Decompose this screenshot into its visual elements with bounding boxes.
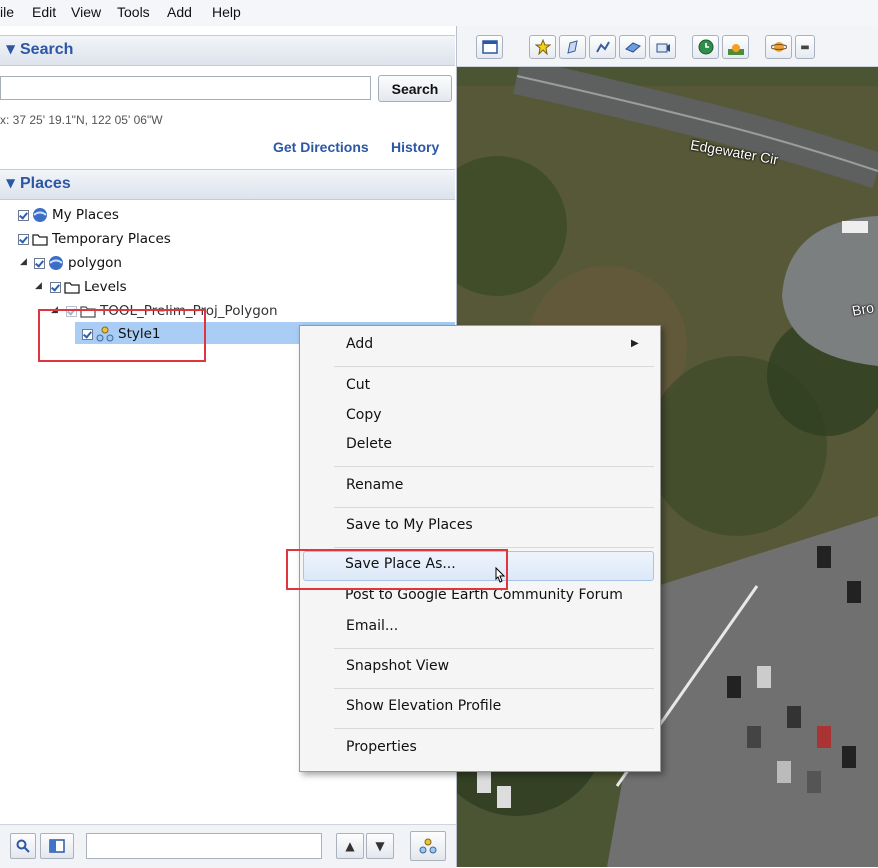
annotation-highlight-box xyxy=(38,309,206,362)
search-section-title: Search xyxy=(20,41,74,58)
menu-item-snapshot-view[interactable]: Snapshot View xyxy=(346,658,449,674)
search-input[interactable] xyxy=(0,76,371,100)
placemark-icon xyxy=(534,39,551,55)
history-link[interactable]: History xyxy=(391,139,439,155)
menu-item-save-to-my-places[interactable]: Save to My Places xyxy=(346,517,473,533)
tree-item-label: My Places xyxy=(52,207,119,223)
tree-item-label: Temporary Places xyxy=(52,231,171,247)
filter-input[interactable] xyxy=(86,833,322,859)
menu-separator xyxy=(334,466,654,467)
style-menu-button[interactable] xyxy=(410,831,446,861)
historical-imagery-button[interactable] xyxy=(692,35,719,59)
panel-toggle-button[interactable] xyxy=(40,833,74,859)
record-tour-button[interactable] xyxy=(649,35,676,59)
menu-tools[interactable]: Tools xyxy=(117,4,150,20)
expand-arrow-icon[interactable]: ◢ xyxy=(20,257,27,267)
sidebar-toggle-button[interactable] xyxy=(476,35,503,59)
menu-separator xyxy=(334,547,654,548)
move-up-button[interactable]: ▲ xyxy=(336,833,364,859)
style-dots-icon xyxy=(419,838,437,854)
globe-icon xyxy=(33,208,47,222)
menu-item-add[interactable]: Add xyxy=(346,336,373,352)
add-placemark-button[interactable] xyxy=(529,35,556,59)
tree-item-my-places[interactable]: My Places xyxy=(18,204,119,226)
map-toolbar: ▬ xyxy=(457,26,878,67)
menu-add[interactable]: Add xyxy=(167,4,192,20)
annotation-highlight-box xyxy=(286,549,508,590)
menu-separator xyxy=(334,648,654,649)
menu-separator xyxy=(334,688,654,689)
menu-separator xyxy=(334,366,654,367)
folder-icon xyxy=(32,234,48,246)
tree-item-levels[interactable]: Levels xyxy=(50,276,127,298)
arrow-down-icon: ▼ xyxy=(375,839,385,853)
camera-icon xyxy=(656,43,670,53)
menu-edit[interactable]: Edit xyxy=(32,4,56,20)
sunlight-button[interactable] xyxy=(722,35,749,59)
menu-item-email[interactable]: Email... xyxy=(346,618,398,634)
menu-item-copy[interactable]: Copy xyxy=(346,407,382,423)
polygon-icon xyxy=(566,40,578,54)
menu-file[interactable]: ile xyxy=(0,4,14,20)
ruler-button[interactable]: ▬ xyxy=(795,35,815,59)
clock-icon xyxy=(698,39,713,55)
menu-item-cut[interactable]: Cut xyxy=(346,377,370,393)
search-magnifier-button[interactable] xyxy=(10,833,36,859)
tree-item-label: Levels xyxy=(84,279,127,295)
expand-arrow-icon[interactable]: ◢ xyxy=(35,281,42,291)
menu-view[interactable]: View xyxy=(71,4,101,20)
add-polygon-button[interactable] xyxy=(559,35,586,59)
places-section-title: Places xyxy=(20,175,71,192)
collapse-triangle-icon[interactable]: ▼ xyxy=(6,42,15,56)
places-section-header[interactable]: ▼ Places xyxy=(0,169,455,200)
menu-item-properties[interactable]: Properties xyxy=(346,739,417,755)
planets-button[interactable] xyxy=(765,35,792,59)
image-overlay-icon xyxy=(624,42,641,53)
checkbox[interactable] xyxy=(34,257,45,269)
globe-icon xyxy=(49,256,63,270)
checkbox[interactable] xyxy=(50,281,61,293)
panel-icon xyxy=(49,839,65,853)
checkbox[interactable] xyxy=(18,209,29,221)
add-path-button[interactable] xyxy=(589,35,616,59)
path-icon xyxy=(595,41,610,53)
folder-icon xyxy=(64,282,80,294)
menu-item-delete[interactable]: Delete xyxy=(346,436,392,452)
tree-item-polygon[interactable]: polygon xyxy=(34,252,122,274)
menu-separator xyxy=(334,507,654,508)
mouse-cursor-icon xyxy=(495,566,506,583)
menu-item-show-elevation-profile[interactable]: Show Elevation Profile xyxy=(346,698,501,714)
tree-item-temporary-places[interactable]: Temporary Places xyxy=(18,228,171,250)
submenu-arrow-icon: ▶ xyxy=(631,338,639,349)
get-directions-link[interactable]: Get Directions xyxy=(273,139,369,155)
magnifier-icon xyxy=(16,839,30,853)
menu-item-rename[interactable]: Rename xyxy=(346,477,403,493)
search-button[interactable]: Search xyxy=(378,75,452,102)
collapse-triangle-icon[interactable]: ▼ xyxy=(6,176,15,190)
sidebar-icon xyxy=(481,40,498,54)
checkbox[interactable] xyxy=(18,233,29,245)
planet-icon xyxy=(770,42,787,52)
sun-icon xyxy=(727,44,744,55)
menu-help[interactable]: Help xyxy=(212,4,241,20)
menu-bar: ile Edit View Tools Add Help xyxy=(0,0,878,27)
arrow-up-icon: ▲ xyxy=(345,839,355,853)
search-section-header[interactable]: ▼ Search xyxy=(0,35,455,66)
ruler-icon: ▬ xyxy=(800,41,810,53)
move-down-button[interactable]: ▼ xyxy=(366,833,394,859)
add-image-overlay-button[interactable] xyxy=(619,35,646,59)
menu-separator xyxy=(334,728,654,729)
coordinates-readout: x: 37 25' 19.1"N, 122 05' 06"W xyxy=(0,113,163,127)
tree-item-label: polygon xyxy=(68,255,122,271)
